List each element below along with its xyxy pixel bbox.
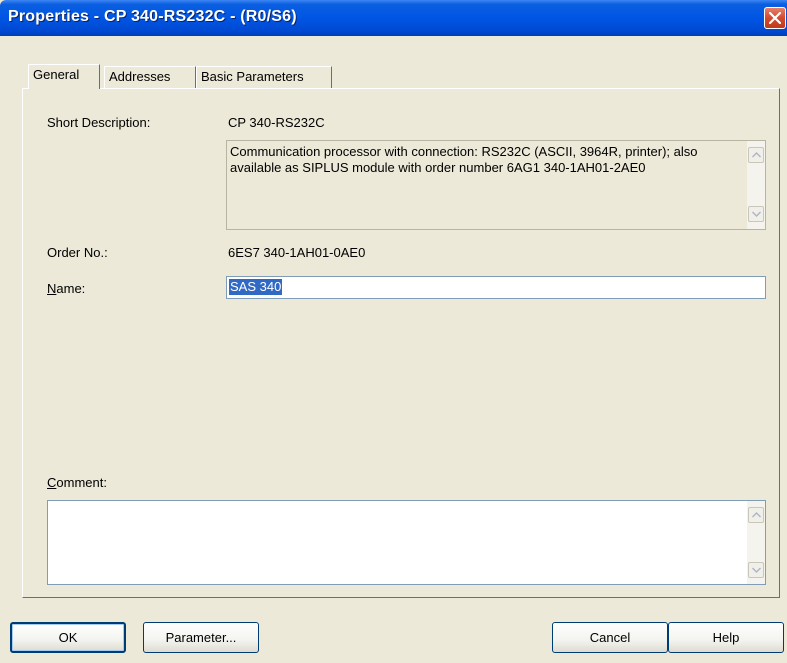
order-no-label: Order No.: xyxy=(47,245,108,260)
scroll-up-arrow-icon xyxy=(752,512,761,518)
short-description-value: CP 340-RS232C xyxy=(228,115,325,130)
comment-scroll-up-button[interactable] xyxy=(748,507,764,523)
description-text: Communication processor with connection:… xyxy=(230,144,698,175)
tab-general-label: General xyxy=(33,67,80,82)
comment-scrollbar[interactable] xyxy=(747,501,765,584)
name-field[interactable]: SAS 340 xyxy=(226,276,766,299)
order-no-value: 6ES7 340-1AH01-0AE0 xyxy=(228,245,366,260)
close-button[interactable] xyxy=(764,7,786,29)
tab-general[interactable]: General xyxy=(28,64,100,89)
name-label-accesskey: N xyxy=(47,281,57,296)
comment-label-accesskey: C xyxy=(47,475,57,490)
tab-basic-parameters[interactable]: Basic Parameters xyxy=(196,66,332,88)
scroll-down-arrow-icon xyxy=(752,567,761,573)
description-scroll-down-button[interactable] xyxy=(748,206,764,222)
title-bar[interactable]: Properties - CP 340-RS232C - (R0/S6) xyxy=(0,0,787,36)
short-description-label: Short Description: xyxy=(47,115,151,130)
parameter-button[interactable]: Parameter... xyxy=(143,622,259,653)
scroll-up-arrow-icon xyxy=(752,152,761,158)
window-title: Properties - CP 340-RS232C - (R0/S6) xyxy=(8,8,297,25)
close-icon xyxy=(769,12,781,24)
description-box: Communication processor with connection:… xyxy=(226,140,766,230)
comment-field[interactable] xyxy=(47,500,766,585)
cancel-button[interactable]: Cancel xyxy=(552,622,668,653)
tab-addresses[interactable]: Addresses xyxy=(104,66,196,88)
tab-addresses-label: Addresses xyxy=(109,69,171,84)
name-field-value: SAS 340 xyxy=(229,279,283,295)
name-label-text: ame: xyxy=(56,281,86,296)
scroll-down-arrow-icon xyxy=(752,211,761,217)
comment-label-text: omment: xyxy=(56,475,107,490)
description-scrollbar[interactable] xyxy=(747,141,765,229)
properties-dialog: Properties - CP 340-RS232C - (R0/S6) Gen… xyxy=(0,0,787,663)
help-button[interactable]: Help xyxy=(668,622,784,653)
comment-scroll-down-button[interactable] xyxy=(748,562,764,578)
comment-label: Comment: xyxy=(47,475,107,490)
name-label: Name: xyxy=(47,281,85,296)
tab-basic-parameters-label: Basic Parameters xyxy=(201,69,304,84)
description-scroll-up-button[interactable] xyxy=(748,147,764,163)
ok-button[interactable]: OK xyxy=(10,622,126,653)
